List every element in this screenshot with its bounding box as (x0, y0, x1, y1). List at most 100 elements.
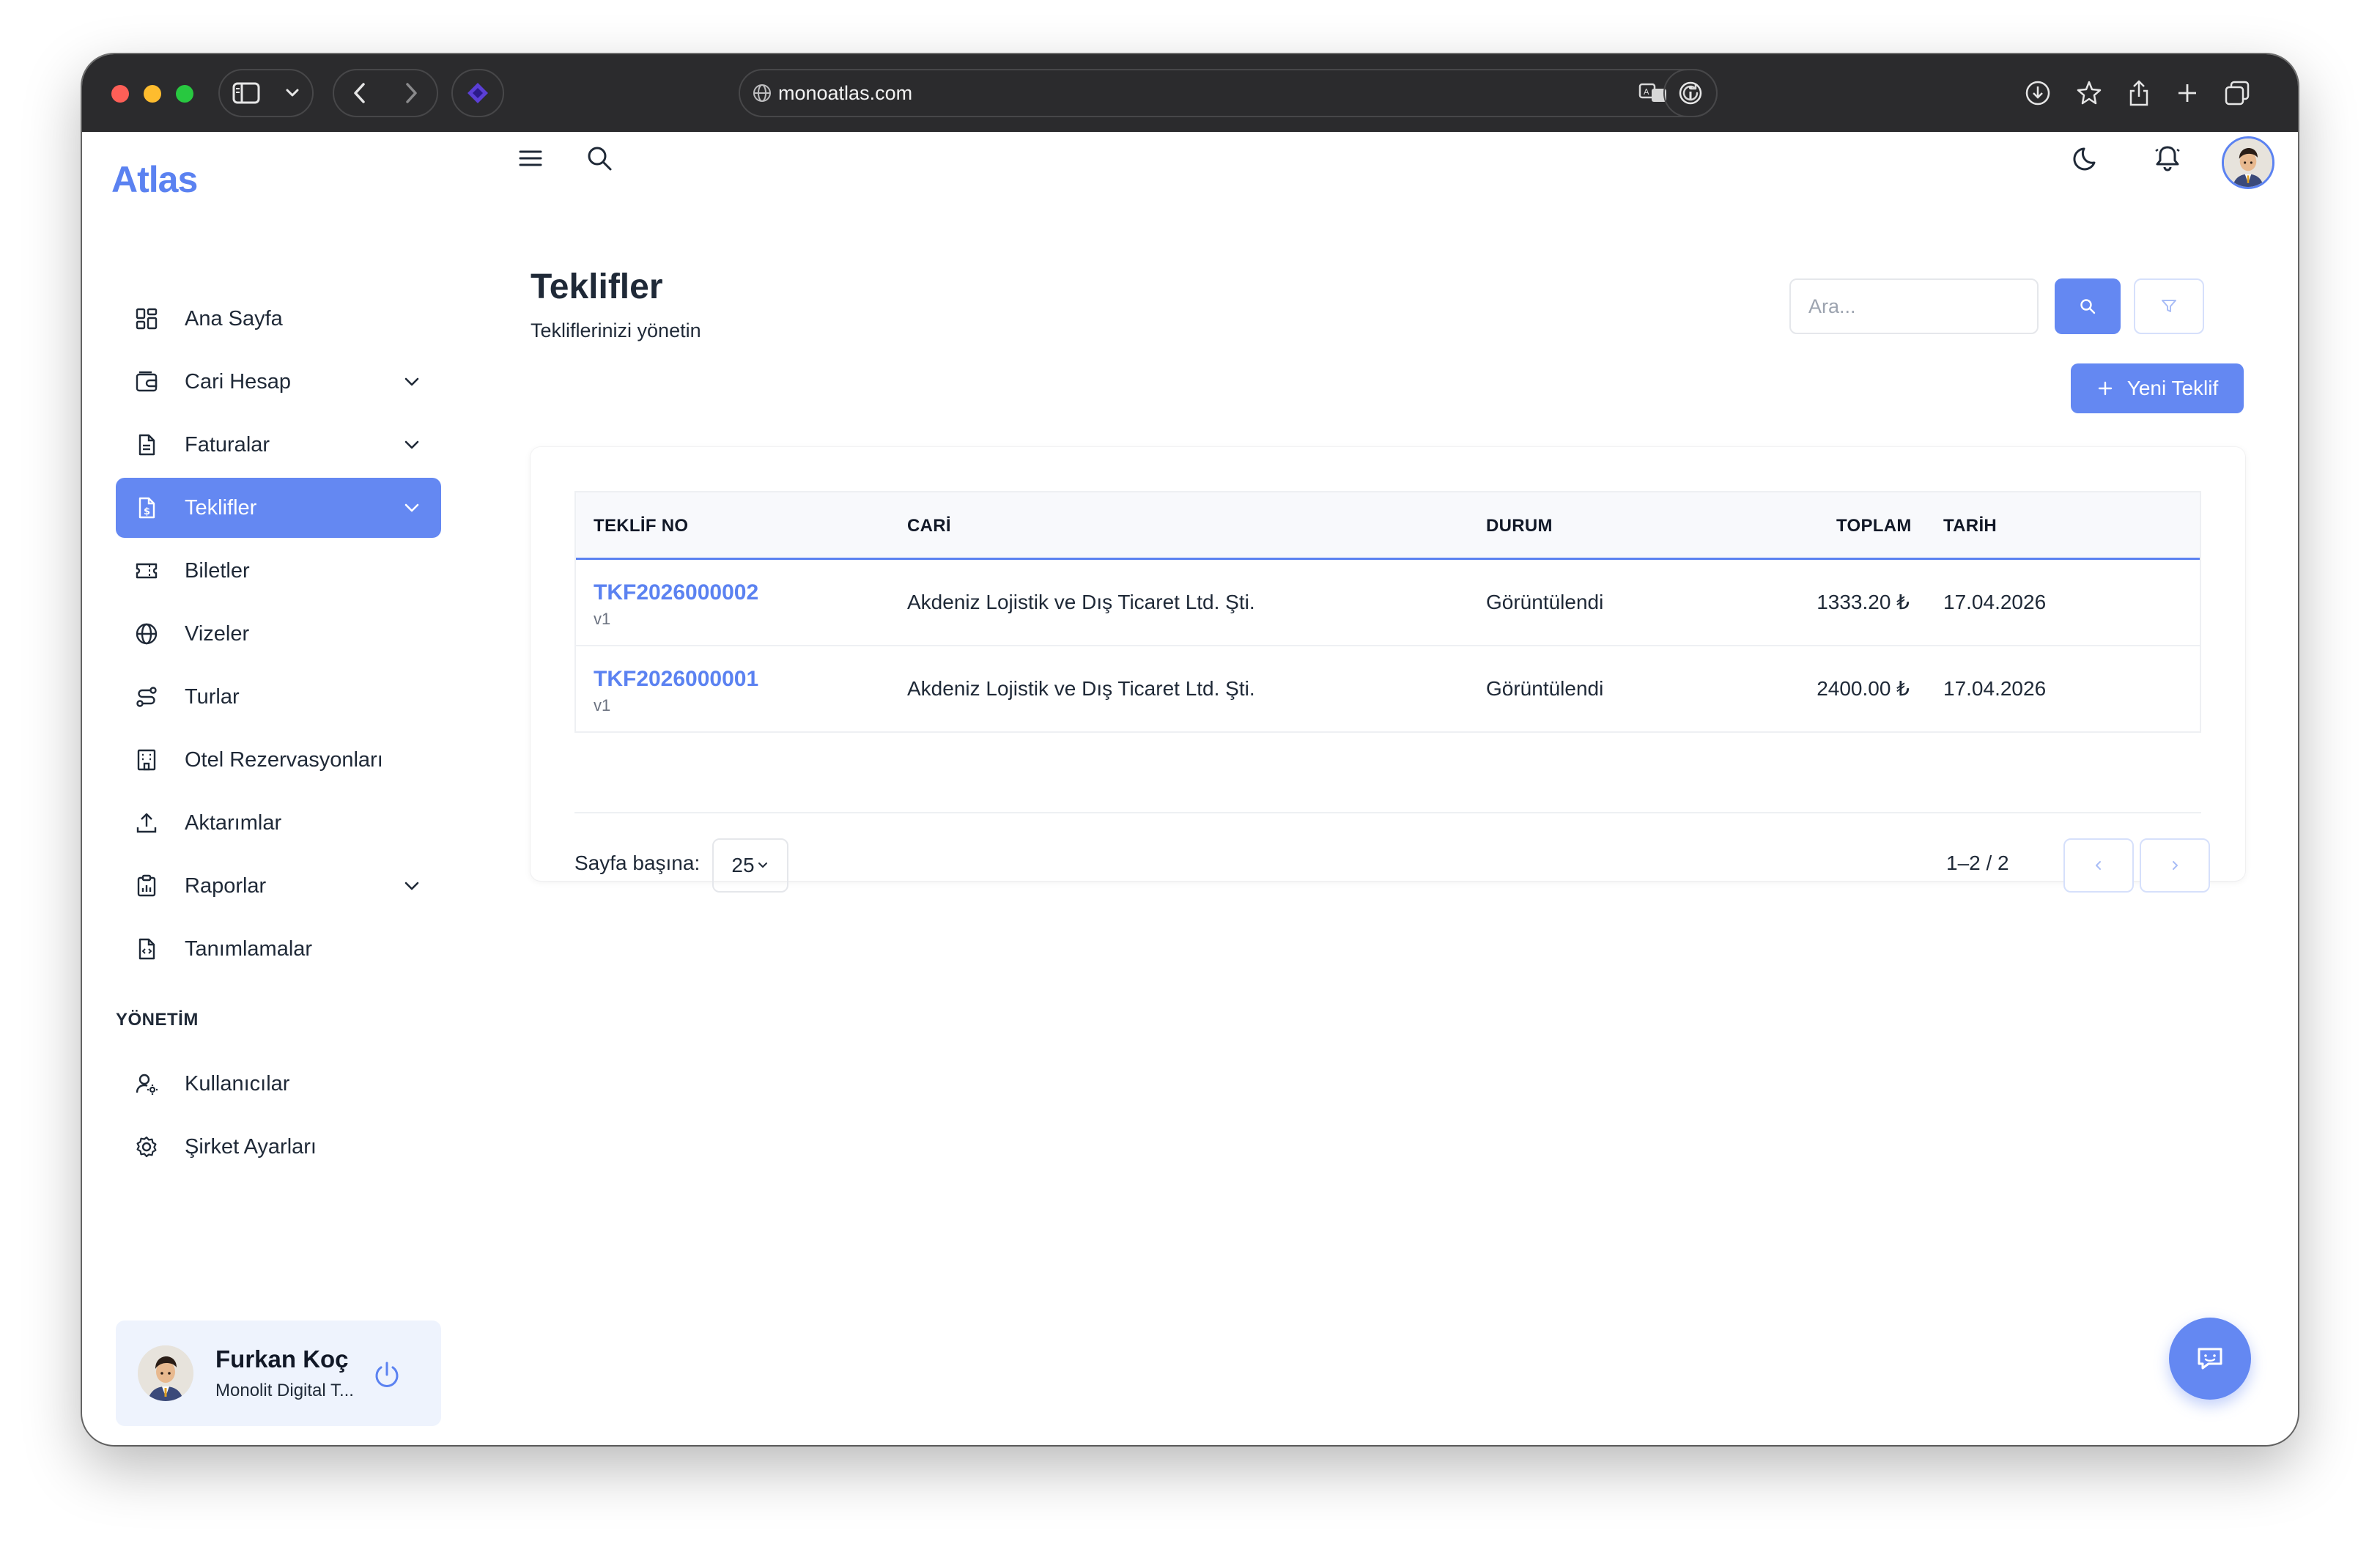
site-info-button[interactable] (1663, 69, 1718, 117)
quote-number-link[interactable]: TKF2026000002 (594, 580, 758, 605)
avatar (138, 1345, 193, 1401)
quote-number-link[interactable]: TKF2026000001 (594, 667, 758, 692)
quote-version: v1 (594, 610, 611, 628)
sidebar-item-label: Vizeler (185, 621, 250, 646)
header-avatar[interactable] (2222, 136, 2274, 189)
brand-logo[interactable]: Atlas (111, 158, 198, 201)
back-icon[interactable] (352, 81, 367, 105)
sidebar-toggle-icon[interactable] (232, 82, 260, 104)
forward-icon[interactable] (404, 81, 418, 105)
invoice-icon (135, 433, 158, 457)
sidebar-item-teklifler[interactable]: $ Teklifler (116, 478, 441, 538)
extension-button[interactable] (451, 69, 504, 117)
filter-button[interactable] (2134, 278, 2204, 334)
search-button[interactable] (2055, 278, 2121, 334)
new-quote-label: Yeni Teklif (2126, 377, 2219, 399)
chevron-down-icon (402, 372, 422, 392)
chat-support-button[interactable] (2169, 1318, 2251, 1400)
globe-icon (135, 622, 158, 646)
svg-text:A: A (1644, 87, 1649, 97)
power-icon[interactable] (371, 1359, 403, 1391)
sidebar-item-label: Otel Rezervasyonları (185, 747, 383, 772)
column-header-toplam[interactable]: TOPLAM (1836, 492, 1911, 560)
download-icon[interactable] (2025, 80, 2051, 106)
column-header-teklif-no[interactable]: TEKLİF NO (594, 492, 688, 560)
info-icon (1678, 81, 1703, 106)
sidebar-item-label: Tanımlamalar (185, 937, 313, 961)
total-cell: 2400.00 ₺ (1817, 677, 1910, 700)
bell-icon[interactable] (2153, 144, 2182, 173)
address-bar[interactable]: monoatlas.com A (739, 69, 1718, 117)
globe-icon (752, 83, 772, 103)
sidebar-item-tanimlamalar[interactable]: Tanımlamalar (116, 919, 441, 979)
cari-cell: Akdeniz Lojistik ve Dış Ticaret Ltd. Şti… (907, 677, 1255, 700)
cari-cell: Akdeniz Lojistik ve Dış Ticaret Ltd. Şti… (907, 591, 1255, 613)
sidebar-item-sirket-ayarlari[interactable]: Şirket Ayarları (116, 1117, 441, 1177)
share-icon[interactable] (2127, 79, 2151, 107)
close-window-button[interactable] (111, 85, 129, 103)
chevron-left-icon (2092, 859, 2105, 872)
bookmark-star-icon[interactable] (2076, 80, 2102, 106)
sidebar-item-biletler[interactable]: Biletler (116, 541, 441, 601)
sidebar-item-faturalar[interactable]: Faturalar (116, 415, 441, 475)
upload-icon (135, 811, 158, 835)
sidebar-item-otel-rezervasyonlari[interactable]: Otel Rezervasyonları (116, 730, 441, 790)
per-page-value: 25 (731, 854, 755, 876)
new-tab-icon[interactable] (2176, 81, 2199, 105)
section-title-yonetim: YÖNETİM (116, 1010, 199, 1030)
user-company: Monolit Digital T... (215, 1381, 354, 1400)
tabs-overview-icon[interactable] (2224, 80, 2250, 106)
maximize-window-button[interactable] (176, 85, 193, 103)
previous-page-button[interactable] (2063, 838, 2134, 893)
search-icon[interactable] (585, 144, 614, 173)
chevron-down-icon[interactable] (285, 88, 300, 98)
user-settings-icon (135, 1072, 158, 1096)
pagination-range: 1–2 / 2 (1946, 852, 2009, 874)
sidebar-item-kullanicilar[interactable]: Kullanıcılar (116, 1054, 441, 1114)
sidebar-item-ana-sayfa[interactable]: Ana Sayfa (116, 289, 441, 349)
quote-document-icon: $ (135, 496, 158, 520)
filter-icon (2160, 298, 2178, 315)
next-page-button[interactable] (2140, 838, 2210, 893)
sidebar-item-label: Ana Sayfa (185, 306, 283, 330)
per-page-select[interactable]: 25 (712, 838, 788, 893)
sidebar-item-cari-hesap[interactable]: Cari Hesap (116, 352, 441, 412)
sidebar-toggle-group (218, 69, 314, 117)
sidebar-item-vizeler[interactable]: Vizeler (116, 604, 441, 664)
chevron-down-icon (402, 435, 422, 455)
sidebar-item-label: Faturalar (185, 432, 270, 457)
search-input[interactable] (1789, 278, 2039, 334)
sidebar-item-turlar[interactable]: Turlar (116, 667, 441, 727)
browser-actions (2012, 69, 2263, 117)
table-row[interactable]: TKF2026000002 v1 Akdeniz Lojistik ve Dış… (576, 560, 2200, 646)
dashboard-icon (135, 307, 158, 330)
divider (574, 812, 2201, 813)
chevron-down-icon (756, 859, 769, 872)
date-cell: 17.04.2026 (1943, 591, 2047, 613)
new-quote-button[interactable]: Yeni Teklif (2071, 363, 2244, 413)
browser-window: monoatlas.com A Atlas Ana Sayfa Cari Hes… (82, 54, 2298, 1445)
sidebar-item-raporlar[interactable]: Raporlar (116, 856, 441, 916)
chat-icon (2194, 1342, 2226, 1375)
sidebar-item-aktarimlar[interactable]: Aktarımlar (116, 793, 441, 853)
minimize-window-button[interactable] (144, 85, 161, 103)
menu-icon[interactable] (516, 144, 545, 173)
quote-version: v1 (594, 696, 611, 714)
chevron-right-icon (2168, 859, 2181, 872)
history-nav-group (333, 69, 438, 117)
column-header-cari[interactable]: CARİ (907, 492, 951, 560)
route-icon (135, 685, 158, 709)
table-row[interactable]: TKF2026000001 v1 Akdeniz Lojistik ve Dış… (576, 646, 2200, 733)
chevron-down-icon (402, 498, 422, 518)
column-header-tarih[interactable]: TARİH (1943, 492, 1997, 560)
column-header-durum[interactable]: DURUM (1486, 492, 1553, 560)
sidebar-item-label: Kullanıcılar (185, 1071, 290, 1096)
sidebar-item-label: Şirket Ayarları (185, 1134, 317, 1159)
user-profile-card[interactable]: Furkan Koç Monolit Digital T... (116, 1321, 441, 1426)
sidebar-item-label: Cari Hesap (185, 369, 292, 394)
code-document-icon (135, 937, 158, 961)
moon-icon[interactable] (2072, 144, 2102, 173)
status-cell: Görüntülendi (1486, 591, 1604, 613)
sidebar-item-label: Biletler (185, 558, 250, 583)
total-cell: 1333.20 ₺ (1817, 591, 1910, 613)
